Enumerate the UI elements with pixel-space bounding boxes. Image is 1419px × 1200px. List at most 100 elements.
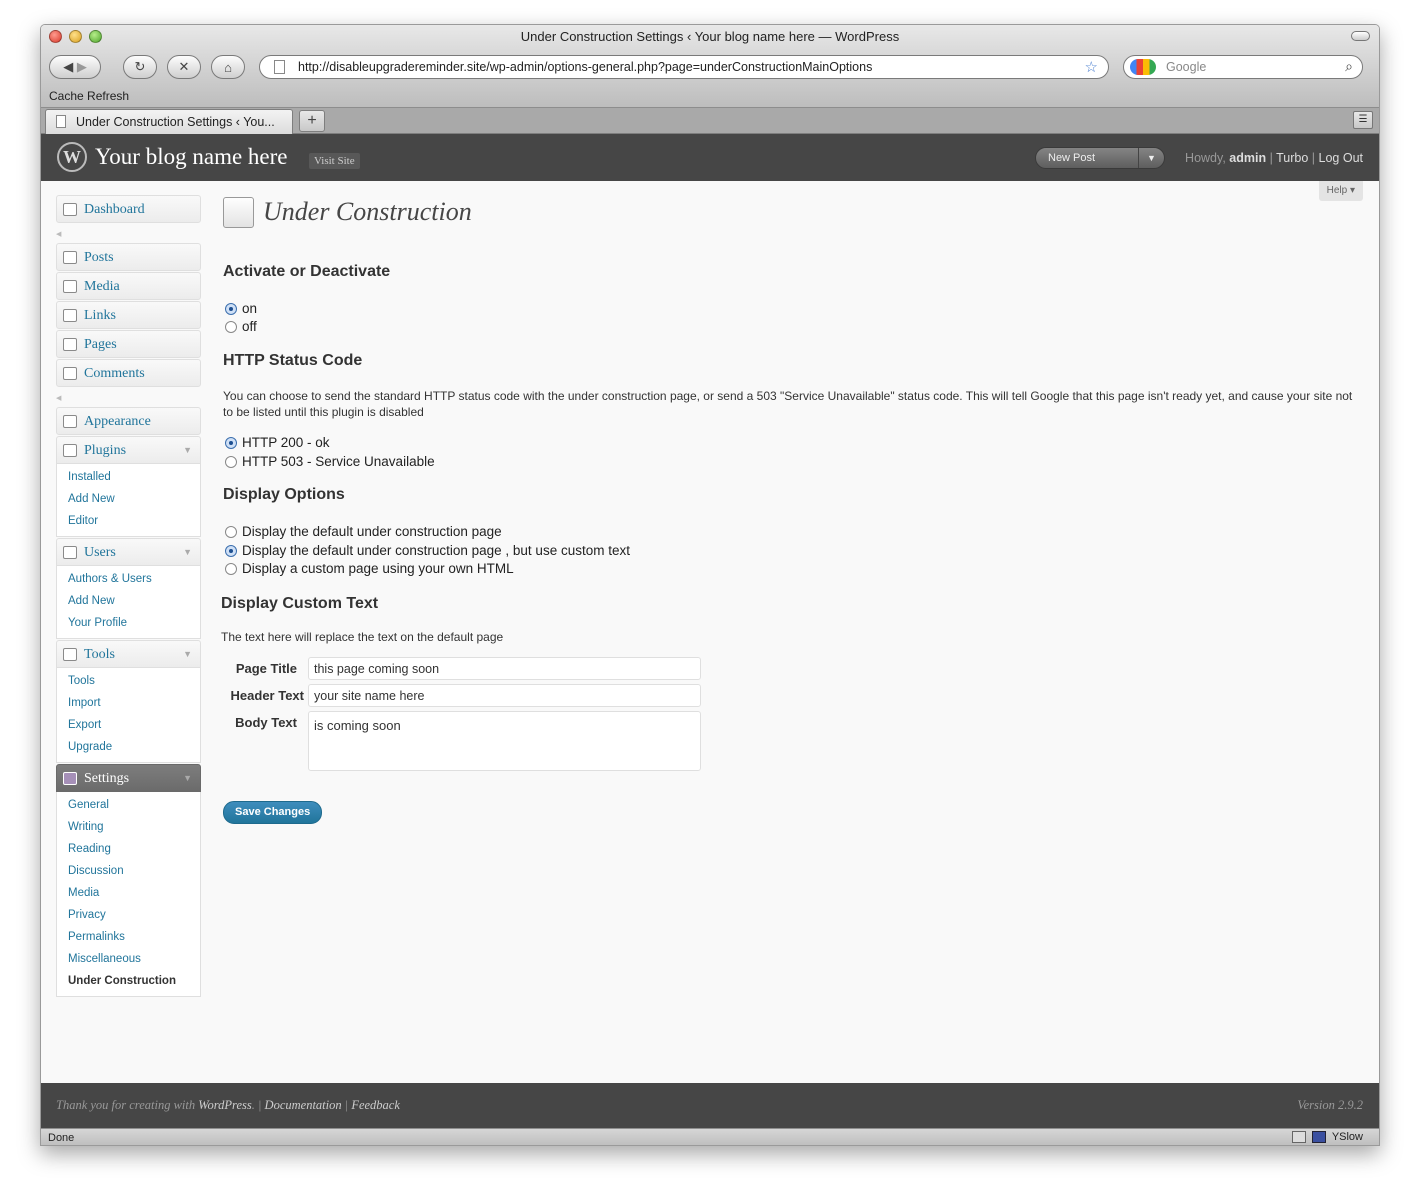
menu-separator[interactable]: ◀ [56, 224, 201, 243]
menu-item-users[interactable]: Users ▼ [56, 538, 201, 566]
body-text-label: Body Text [235, 715, 297, 730]
menu-item-dashboard[interactable]: Dashboard [56, 195, 201, 223]
tab-under-construction[interactable]: Under Construction Settings ‹ You... [45, 109, 293, 134]
header-text-input[interactable]: your site name here [308, 684, 701, 707]
help-button[interactable]: Help ▾ [1318, 181, 1363, 201]
submenu-item[interactable]: Import [57, 692, 200, 714]
toolbar-toggle-button[interactable] [1351, 31, 1370, 41]
radio-checked[interactable] [225, 302, 237, 315]
browser-titlebar: Under Construction Settings ‹ Your blog … [41, 25, 1379, 108]
search-placeholder: Google [1166, 60, 1207, 74]
feedback-link[interactable]: Feedback [351, 1098, 400, 1112]
page-title-input[interactable]: this page coming soon [308, 657, 701, 680]
submenu-item[interactable]: Privacy [57, 904, 200, 926]
save-changes-button[interactable]: Save Changes [223, 801, 323, 824]
menu-item-comments[interactable]: Comments [56, 359, 201, 387]
yslow-icon[interactable] [1311, 1131, 1326, 1143]
submenu-item[interactable]: Export [57, 714, 200, 736]
menu-item-settings[interactable]: Settings ▼ [56, 764, 201, 792]
tools-submenu: Tools Import Export Upgrade [56, 668, 201, 763]
submenu-item[interactable]: Tools [57, 670, 200, 692]
dashboard-icon [63, 203, 77, 216]
log-out-link[interactable]: Log Out [1319, 151, 1363, 165]
radio-unchecked[interactable] [225, 562, 237, 575]
radio-checked[interactable] [225, 544, 237, 557]
display-custom-text-radio[interactable]: Display the default under construction p… [225, 543, 630, 558]
submenu-item-current[interactable]: Under Construction [57, 970, 200, 992]
submenu-item[interactable]: Add New [57, 590, 200, 612]
stop-button[interactable]: ✕ [167, 55, 201, 79]
google-icon[interactable] [1130, 59, 1156, 75]
extension-icon[interactable] [1291, 1131, 1306, 1143]
submenu-item[interactable]: Miscellaneous [57, 948, 200, 970]
header-text-label: Header Text [230, 688, 304, 703]
wordpress-link[interactable]: WordPress [198, 1098, 251, 1112]
bookmark-cache-refresh[interactable]: Cache Refresh [49, 89, 129, 103]
footer-links: Thank you for creating with WordPress. |… [56, 1098, 400, 1112]
menu-item-appearance[interactable]: Appearance [56, 407, 201, 435]
separator: | [1311, 151, 1316, 165]
new-post-button[interactable]: New Post ▼ [1035, 147, 1165, 169]
page-title-label: Page Title [235, 661, 297, 676]
submenu-item[interactable]: Permalinks [57, 926, 200, 948]
link-icon [63, 309, 77, 322]
chevron-down-icon[interactable]: ▼ [1138, 148, 1164, 168]
chevron-down-icon[interactable]: ▼ [183, 437, 192, 464]
search-input[interactable]: Google ⌕ [1123, 55, 1363, 79]
version-text: Version 2.9.2 [1297, 1098, 1363, 1112]
menu-item-media[interactable]: Media [56, 272, 201, 300]
url-bar[interactable]: http://disableupgradereminder.site/wp-ad… [259, 55, 1109, 79]
activate-on-radio[interactable]: on [225, 301, 257, 316]
home-button[interactable]: ⌂ [211, 55, 245, 79]
tab-bar: Under Construction Settings ‹ You... + ☰ [41, 108, 1379, 134]
submenu-item[interactable]: General [57, 794, 200, 816]
submenu-item[interactable]: Reading [57, 838, 200, 860]
submenu-item[interactable]: Your Profile [57, 612, 200, 634]
submenu-item[interactable]: Editor [57, 510, 200, 532]
radio-unchecked[interactable] [225, 525, 237, 538]
submenu-item[interactable]: Upgrade [57, 736, 200, 758]
display-custom-html-radio[interactable]: Display a custom page using your own HTM… [225, 561, 514, 576]
submenu-item[interactable]: Media [57, 882, 200, 904]
turbo-link[interactable]: Turbo [1276, 151, 1308, 165]
menu-item-pages[interactable]: Pages [56, 330, 201, 358]
chevron-down-icon[interactable]: ▼ [183, 641, 192, 668]
radio-unchecked[interactable] [225, 455, 237, 468]
back-forward-button[interactable]: ◀ ▶ [49, 55, 101, 79]
submenu-item[interactable]: Discussion [57, 860, 200, 882]
chevron-down-icon[interactable]: ▼ [183, 765, 192, 792]
documentation-link[interactable]: Documentation [265, 1098, 342, 1112]
menu-item-links[interactable]: Links [56, 301, 201, 329]
new-tab-button[interactable]: + [299, 110, 325, 132]
submenu-item[interactable]: Add New [57, 488, 200, 510]
submenu-item[interactable]: Installed [57, 466, 200, 488]
pages-icon [63, 338, 77, 351]
bookmark-star-icon[interactable]: ☆ [1085, 58, 1098, 76]
user-link[interactable]: admin [1229, 151, 1266, 165]
window-title: Under Construction Settings ‹ Your blog … [520, 29, 900, 44]
submenu-item[interactable]: Writing [57, 816, 200, 838]
activate-off-radio[interactable]: off [225, 319, 257, 334]
menu-item-posts[interactable]: Posts [56, 243, 201, 271]
submenu-item[interactable]: Authors & Users [57, 568, 200, 590]
chevron-down-icon[interactable]: ▼ [183, 539, 192, 566]
body-text-textarea[interactable]: is coming soon [308, 711, 701, 771]
howdy-text: Howdy, [1185, 151, 1226, 165]
search-icon[interactable]: ⌕ [1345, 58, 1353, 75]
http-503-radio[interactable]: HTTP 503 - Service Unavailable [225, 454, 435, 469]
http-200-radio[interactable]: HTTP 200 - ok [225, 435, 330, 450]
radio-unchecked[interactable] [225, 320, 237, 333]
visit-site-button[interactable]: Visit Site [309, 153, 360, 169]
plugins-submenu: Installed Add New Editor [56, 464, 201, 537]
activate-heading: Activate or Deactivate [223, 263, 391, 280]
menu-item-plugins[interactable]: Plugins ▼ [56, 436, 201, 464]
yslow-label[interactable]: YSlow [1332, 1131, 1363, 1143]
reload-button[interactable]: ↻ [123, 55, 157, 79]
tab-list-button[interactable]: ☰ [1353, 111, 1373, 129]
user-info: Howdy, admin | Turbo | Log Out [1185, 151, 1363, 165]
menu-item-tools[interactable]: Tools ▼ [56, 640, 201, 668]
radio-checked[interactable] [225, 436, 237, 449]
menu-separator[interactable]: ◀ [56, 388, 201, 407]
http-status-description: You can choose to send the standard HTTP… [223, 389, 1353, 419]
display-default-radio[interactable]: Display the default under construction p… [225, 524, 502, 539]
